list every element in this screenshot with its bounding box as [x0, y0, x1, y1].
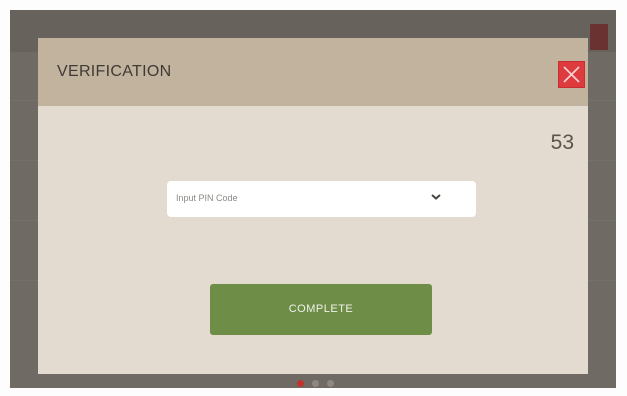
- modal-title: VERIFICATION: [57, 63, 172, 80]
- pin-code-placeholder: Input PIN Code: [176, 193, 238, 203]
- pin-code-select[interactable]: Input PIN Code: [167, 181, 476, 217]
- chevron-down-icon: [431, 194, 441, 200]
- page-dot[interactable]: [327, 380, 334, 387]
- app-screen: VERIFICATION 53 Input PIN Code COMPLETE: [10, 10, 616, 388]
- page-dot-active[interactable]: [297, 380, 304, 387]
- modal-header: VERIFICATION: [38, 38, 588, 106]
- close-button[interactable]: [558, 61, 585, 88]
- background-logo: [36, 25, 146, 37]
- complete-button[interactable]: COMPLETE: [210, 284, 432, 335]
- counter-value: 53: [550, 131, 574, 154]
- background-title: [296, 25, 366, 37]
- verification-modal: VERIFICATION 53 Input PIN Code COMPLETE: [38, 38, 588, 374]
- background-menu-button: [590, 24, 608, 50]
- page-dot[interactable]: [312, 380, 319, 387]
- complete-button-label: COMPLETE: [288, 303, 354, 315]
- page-indicator: [297, 380, 357, 388]
- close-icon: [563, 66, 580, 83]
